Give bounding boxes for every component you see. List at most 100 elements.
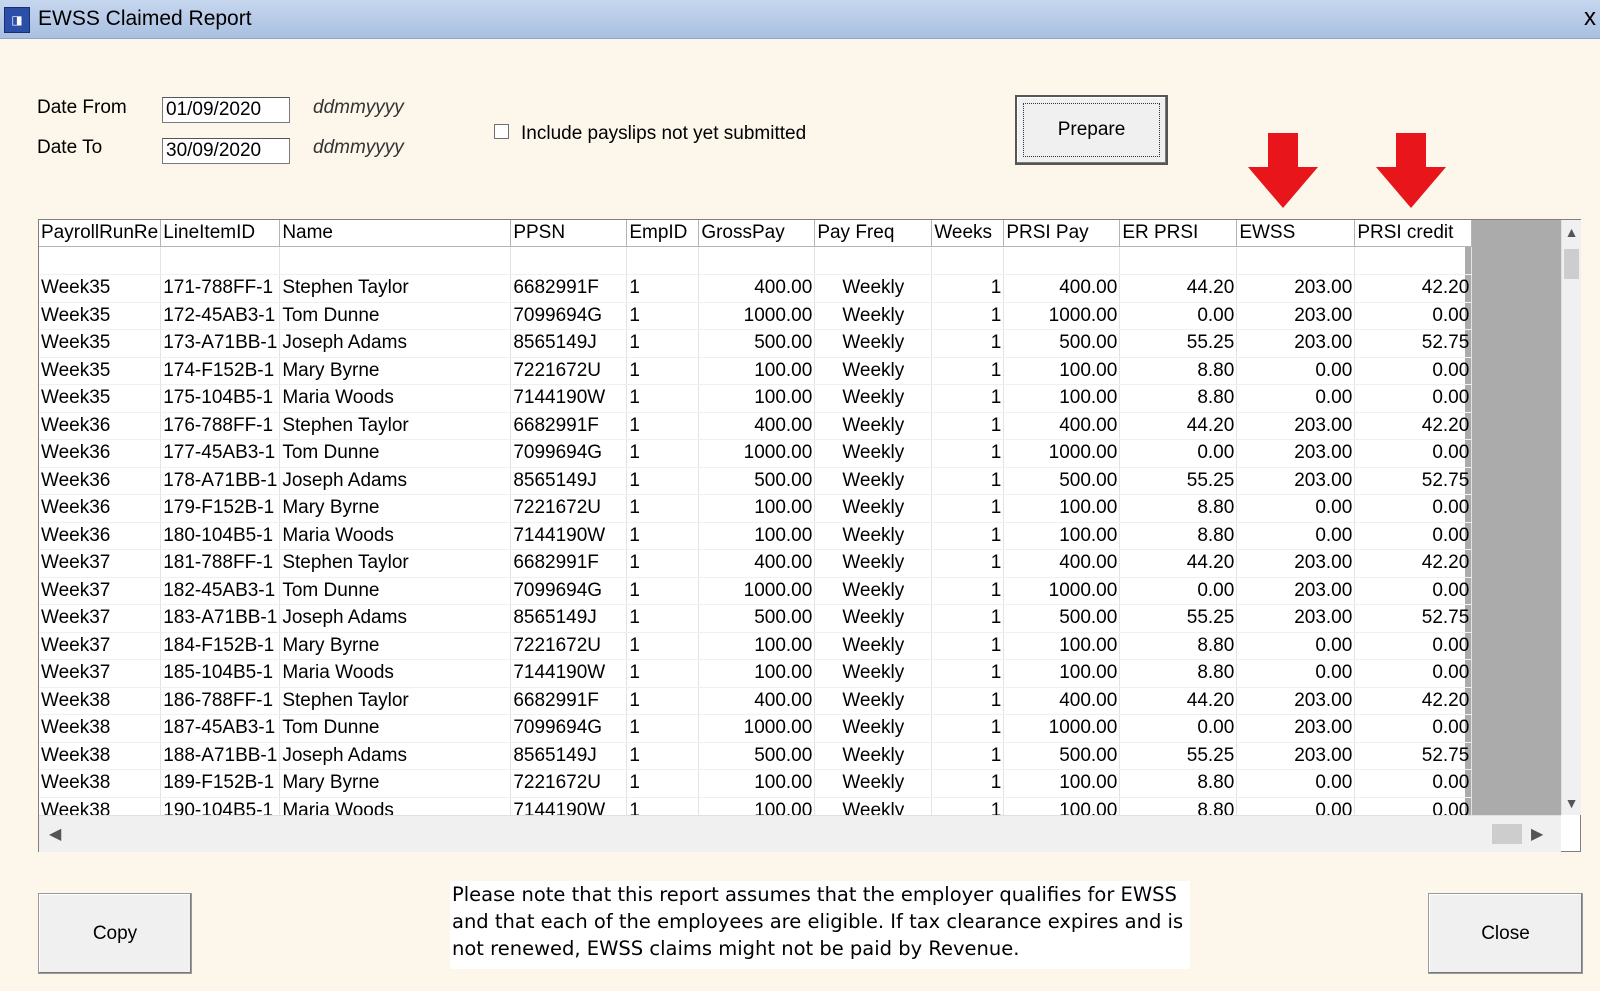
table-row[interactable]: Week36180-104B5-1Maria Woods7144190W1100… <box>39 522 1472 550</box>
column-header[interactable]: Pay Freq <box>815 220 932 247</box>
table-cell: 174-F152B-1 <box>161 357 280 385</box>
table-row[interactable]: Week37183-A71BB-1Joseph Adams8565149J150… <box>39 605 1472 633</box>
table-row[interactable]: Week37182-45AB3-1Tom Dunne7099694G11000.… <box>39 577 1472 605</box>
table-row[interactable]: Week38187-45AB3-1Tom Dunne7099694G11000.… <box>39 715 1472 743</box>
scroll-down-icon[interactable]: ▼ <box>1562 793 1581 813</box>
table-row[interactable]: Week38189-F152B-1Mary Byrne7221672U1100.… <box>39 770 1472 798</box>
date-to-format-hint: ddmmyyyy <box>313 137 404 159</box>
table-cell: 0.00 <box>1355 522 1472 550</box>
table-cell: 100.00 <box>1004 385 1120 413</box>
close-button[interactable]: Close <box>1428 893 1583 974</box>
table-cell: 8.80 <box>1120 770 1237 798</box>
table-cell: 1000.00 <box>1004 715 1120 743</box>
table-cell: Week35 <box>39 302 161 330</box>
table-row[interactable]: Week35174-F152B-1Mary Byrne7221672U1100.… <box>39 357 1472 385</box>
scroll-right-icon[interactable]: ▶ <box>1531 824 1543 844</box>
table-cell: 6682991F <box>511 412 627 440</box>
table-cell: 100.00 <box>699 632 815 660</box>
window-title: EWSS Claimed Report <box>38 7 252 31</box>
table-row[interactable]: Week35173-A71BB-1Joseph Adams8565149J150… <box>39 330 1472 358</box>
table-cell: 1 <box>932 495 1004 523</box>
table-cell: 1 <box>627 715 699 743</box>
table-cell: 1000.00 <box>1004 440 1120 468</box>
vertical-scroll-thumb[interactable] <box>1564 249 1579 279</box>
table-cell: 55.25 <box>1120 742 1237 770</box>
table-row[interactable]: Week37185-104B5-1Maria Woods7144190W1100… <box>39 660 1472 688</box>
table-cell: 0.00 <box>1120 715 1237 743</box>
column-header[interactable]: ER PRSI <box>1120 220 1237 247</box>
table-cell: 175-104B5-1 <box>161 385 280 413</box>
table-row[interactable]: Week36176-788FF-1Stephen Taylor6682991F1… <box>39 412 1472 440</box>
table-cell: 203.00 <box>1237 302 1355 330</box>
table-cell: 173-A71BB-1 <box>161 330 280 358</box>
table-row[interactable]: Week37181-788FF-1Stephen Taylor6682991F1… <box>39 550 1472 578</box>
table-cell: Week35 <box>39 330 161 358</box>
table-cell: 100.00 <box>699 770 815 798</box>
table-cell: Weekly <box>815 605 932 633</box>
report-grid[interactable]: PayrollRunRe LineItemID Name PPSN EmpID … <box>38 219 1581 852</box>
column-header[interactable]: Name <box>280 220 511 247</box>
table-cell: 52.75 <box>1355 742 1472 770</box>
table-cell: 1 <box>627 302 699 330</box>
table-cell: Week38 <box>39 715 161 743</box>
table-cell: 7144190W <box>511 522 627 550</box>
window-close-button[interactable]: x <box>1584 4 1596 32</box>
table-cell: 1 <box>932 605 1004 633</box>
table-row[interactable]: Week36178-A71BB-1Joseph Adams8565149J150… <box>39 467 1472 495</box>
column-header[interactable]: PayrollRunRe <box>39 220 161 247</box>
table-cell: 203.00 <box>1237 440 1355 468</box>
table-cell: Weekly <box>815 742 932 770</box>
table-cell: 8.80 <box>1120 632 1237 660</box>
column-header[interactable]: Weeks <box>932 220 1004 247</box>
table-cell: 1000.00 <box>699 577 815 605</box>
table-cell: Maria Woods <box>280 385 511 413</box>
table-cell: 100.00 <box>1004 357 1120 385</box>
vertical-scrollbar[interactable]: ▲ ▼ <box>1561 220 1581 815</box>
include-unsubmitted-checkbox[interactable] <box>494 124 509 139</box>
table-cell: 1 <box>932 577 1004 605</box>
table-cell: 188-A71BB-1 <box>161 742 280 770</box>
table-row[interactable]: Week37184-F152B-1Mary Byrne7221672U1100.… <box>39 632 1472 660</box>
table-cell: 1 <box>627 385 699 413</box>
column-header[interactable]: PRSI credit <box>1355 220 1472 247</box>
column-header[interactable]: LineItemID <box>161 220 280 247</box>
column-header[interactable]: EmpID <box>627 220 699 247</box>
column-header[interactable]: GrossPay <box>699 220 815 247</box>
prepare-button[interactable]: Prepare <box>1015 95 1168 165</box>
column-header[interactable]: PPSN <box>511 220 627 247</box>
table-cell: 100.00 <box>1004 495 1120 523</box>
table-row[interactable]: Week36177-45AB3-1Tom Dunne7099694G11000.… <box>39 440 1472 468</box>
table-cell: 7099694G <box>511 715 627 743</box>
column-header[interactable]: EWSS <box>1237 220 1355 247</box>
date-from-field[interactable] <box>162 97 290 123</box>
table-cell: 1 <box>932 742 1004 770</box>
table-row[interactable]: Week35172-45AB3-1Tom Dunne7099694G11000.… <box>39 302 1472 330</box>
table-row[interactable]: Week35175-104B5-1Maria Woods7144190W1100… <box>39 385 1472 413</box>
table-cell: Weekly <box>815 275 932 303</box>
scroll-up-icon[interactable]: ▲ <box>1562 222 1581 242</box>
horizontal-scrollbar[interactable]: ◀ ▶ <box>39 815 1561 852</box>
table-cell: Week38 <box>39 770 161 798</box>
table-cell: 55.25 <box>1120 330 1237 358</box>
table-cell: 0.00 <box>1237 660 1355 688</box>
table-cell: 42.20 <box>1355 550 1472 578</box>
copy-button[interactable]: Copy <box>38 893 192 974</box>
prsi-credit-arrow-icon <box>1376 133 1446 208</box>
table-row[interactable]: Week38186-788FF-1Stephen Taylor6682991F1… <box>39 687 1472 715</box>
horizontal-scroll-thumb[interactable] <box>1492 824 1522 844</box>
table-cell: 0.00 <box>1237 385 1355 413</box>
table-row[interactable]: Week35171-788FF-1Stephen Taylor6682991F1… <box>39 275 1472 303</box>
table-cell: 100.00 <box>699 495 815 523</box>
table-cell: Weekly <box>815 660 932 688</box>
table-cell: 186-788FF-1 <box>161 687 280 715</box>
table-cell: 100.00 <box>699 522 815 550</box>
table-row[interactable]: Week36179-F152B-1Mary Byrne7221672U1100.… <box>39 495 1472 523</box>
table-cell: 7099694G <box>511 302 627 330</box>
table-cell: Weekly <box>815 522 932 550</box>
column-header[interactable]: PRSI Pay <box>1004 220 1120 247</box>
date-to-field[interactable] <box>162 138 290 164</box>
table-cell: 1 <box>932 770 1004 798</box>
scroll-left-icon[interactable]: ◀ <box>49 824 61 844</box>
table-row[interactable]: Week38188-A71BB-1Joseph Adams8565149J150… <box>39 742 1472 770</box>
table-cell: Weekly <box>815 632 932 660</box>
